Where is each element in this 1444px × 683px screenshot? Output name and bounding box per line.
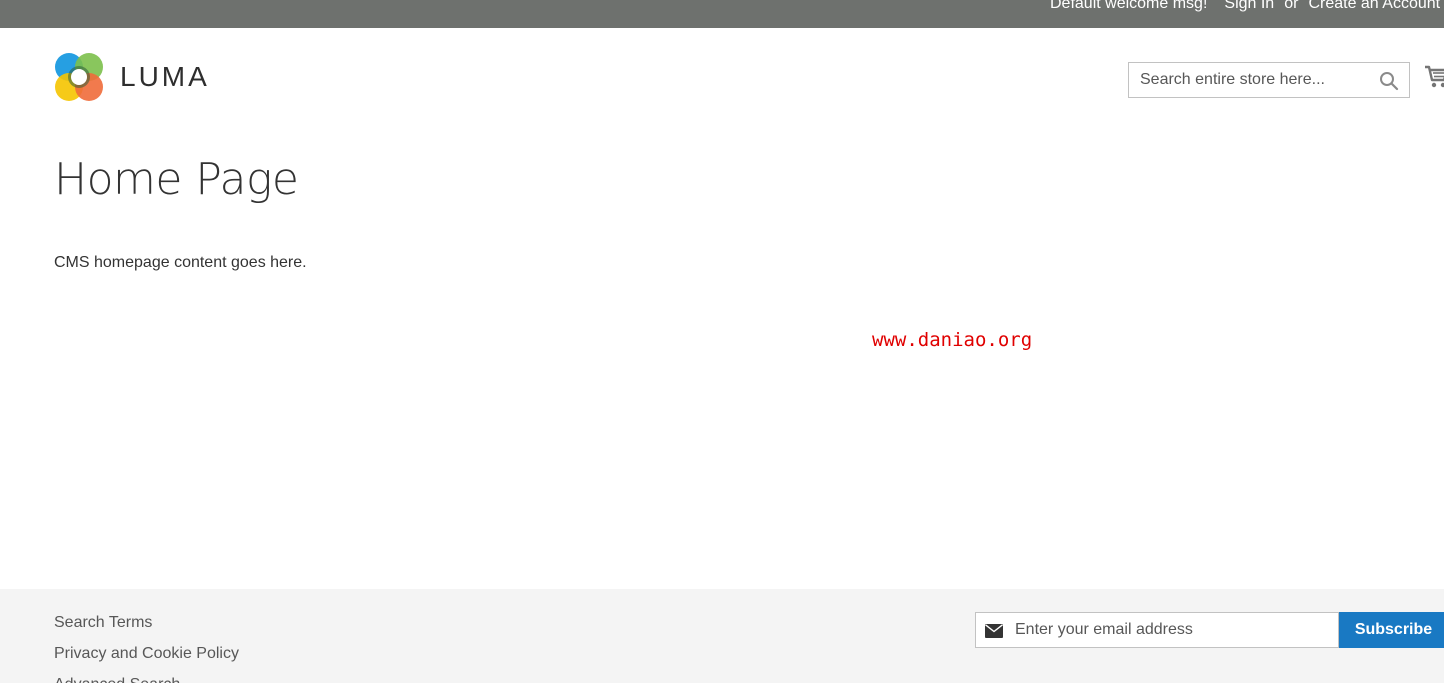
logo-text: LUMA — [120, 61, 210, 92]
logo-link[interactable]: LUMA — [54, 52, 210, 102]
newsletter-form: Subscribe — [975, 612, 1444, 648]
newsletter-email-input[interactable] — [976, 613, 1338, 647]
footer-link-privacy-policy[interactable]: Privacy and Cookie Policy — [54, 644, 239, 675]
search-icon[interactable] — [1379, 71, 1399, 91]
page: Default welcome msg! Sign In or Create a… — [0, 0, 1444, 683]
create-account-link[interactable]: Create an Account — [1308, 0, 1440, 13]
top-panel: Default welcome msg! Sign In or Create a… — [0, 0, 1444, 28]
footer: Search Terms Privacy and Cookie Policy A… — [0, 589, 1444, 683]
cart-icon[interactable] — [1424, 64, 1444, 90]
newsletter-field — [975, 612, 1339, 648]
header-links: Default welcome msg! Sign In or Create a… — [1050, 0, 1440, 13]
cms-content: CMS homepage content goes here. — [54, 254, 307, 271]
welcome-message: Default welcome msg! — [1050, 0, 1208, 12]
luma-logo-icon — [55, 53, 103, 101]
search-box — [1128, 62, 1410, 98]
watermark-text: www.daniao.org — [872, 329, 1033, 351]
footer-link-advanced-search[interactable]: Advanced Search — [54, 675, 239, 683]
search-input[interactable] — [1129, 63, 1369, 97]
footer-link-search-terms[interactable]: Search Terms — [54, 613, 239, 644]
page-title-text: Home Page — [54, 154, 299, 205]
or-separator: or — [1284, 0, 1299, 12]
page-title: Home Page — [54, 154, 299, 205]
footer-links: Search Terms Privacy and Cookie Policy A… — [54, 613, 239, 683]
subscribe-button[interactable]: Subscribe — [1339, 612, 1444, 648]
sign-in-link[interactable]: Sign In — [1224, 0, 1274, 13]
